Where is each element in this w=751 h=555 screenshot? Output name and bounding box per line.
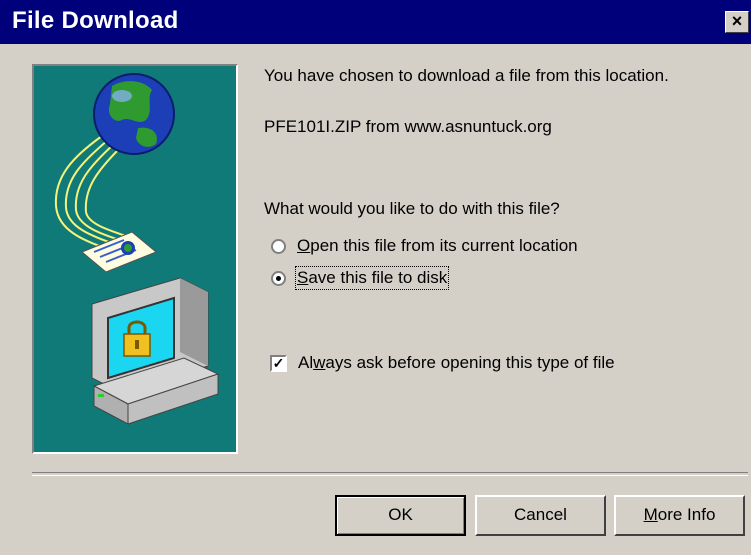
more-info-button[interactable]: More Info: [614, 495, 745, 536]
radio-open-label[interactable]: Open this file from its current location: [297, 236, 578, 256]
radio-save-label-rest: ave this file to disk: [308, 268, 448, 287]
always-ask-label[interactable]: Always ask before opening this type of f…: [298, 353, 615, 373]
document-icon: [81, 231, 157, 273]
signal-lines: [54, 135, 133, 252]
ok-button[interactable]: OK: [335, 495, 466, 536]
always-ask-label-rest: ays ask before opening this type of file: [325, 353, 615, 372]
always-ask-checkbox[interactable]: ✓: [270, 355, 287, 372]
intro-text: You have chosen to download a file from …: [264, 66, 669, 85]
more-info-mnemonic: M: [643, 505, 658, 524]
separator: [32, 472, 748, 476]
computer-icon: [91, 277, 220, 425]
radio-save-label[interactable]: Save this file to disk: [294, 266, 450, 290]
always-ask-label-pre: Al: [298, 353, 314, 372]
more-info-label-rest: ore Info: [657, 505, 716, 524]
close-icon[interactable]: ×: [725, 11, 749, 33]
radio-open[interactable]: [271, 239, 286, 254]
file-source-text: PFE101I.ZIP from www.asnuntuck.org: [264, 117, 552, 136]
radio-open-label-rest: pen this file from its current location: [310, 236, 578, 255]
radio-save-mnemonic: S: [297, 268, 309, 287]
always-ask-mnemonic: w: [313, 353, 326, 372]
file-download-dialog: File Download × You have chosen to downl…: [0, 0, 751, 555]
title-bar[interactable]: File Download ×: [0, 0, 751, 44]
radio-save[interactable]: [271, 271, 286, 286]
download-illustration: [32, 64, 238, 454]
cancel-button[interactable]: Cancel: [475, 495, 606, 536]
radio-save-dot: [276, 276, 281, 281]
radio-open-mnemonic: O: [297, 236, 311, 255]
window-title: File Download: [12, 7, 179, 34]
question-text: What would you like to do with this file…: [264, 199, 560, 218]
globe-icon: [93, 73, 175, 155]
illustration-svg: [54, 73, 220, 425]
